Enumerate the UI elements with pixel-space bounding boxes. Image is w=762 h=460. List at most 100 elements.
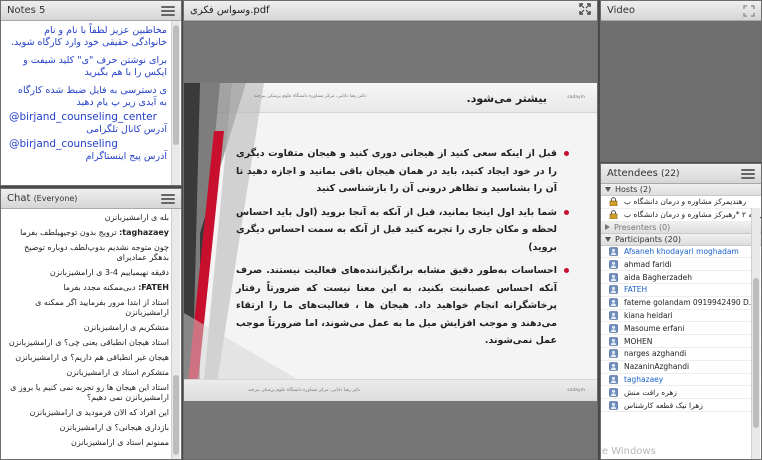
chat-text: هیجان غیر انطباقی هم داریم؟ ی ارامشیزبان… <box>15 353 169 362</box>
presenters-section-header[interactable]: Presenters (0) <box>601 221 761 234</box>
slide-bullet: شما باید اول اینجا بمانید، قبل از آنکه ب… <box>236 204 569 257</box>
chat-sender: FATEH: <box>138 283 169 292</box>
participant-row[interactable]: Masoume erfani <box>601 322 761 336</box>
slide-footer-caption: دکتر رهبا دانایی، مرکز مشاوره دانشگاه عل… <box>248 388 361 393</box>
participant-name: FATEH <box>624 285 648 295</box>
fullscreen-icon[interactable] <box>579 3 591 18</box>
participant-row[interactable]: زهره رافت منش <box>601 386 761 400</box>
notes-content[interactable]: مخاطبین عزیز لطفاً با نام و نام خانوادگی… <box>1 21 181 185</box>
notes-line: برای نوشتن حرف "ی" کلید شیفت و ایکس را ب… <box>23 55 167 78</box>
pod-menu-icon[interactable] <box>161 193 175 205</box>
chevron-right-icon <box>605 224 610 231</box>
participant-name: زهرا نیک قطعه کارشناس <box>624 400 703 410</box>
participant-avatar-icon <box>609 387 618 397</box>
participant-avatar-icon <box>609 247 618 256</box>
participant-row[interactable]: ahmad faridi <box>601 258 761 272</box>
notes-pod: Notes 5 مخاطبین عزیز لطفاً با نام و نام … <box>0 0 182 186</box>
scroll-thumb[interactable] <box>753 278 759 428</box>
chat-message: بله ی ارامشیزبانزن <box>5 211 169 226</box>
participant-row[interactable]: aida Bagherzadeh <box>601 271 761 284</box>
slide-footer-logo: sadaym <box>567 388 585 393</box>
participant-row[interactable]: fateme golandam 0919942490 D... <box>601 297 761 310</box>
participant-row[interactable]: FATEH <box>601 284 761 297</box>
participant-name: Masoume erfani <box>624 323 685 333</box>
notes-scrollbar[interactable] <box>171 21 180 185</box>
chat-message: متشکرم استاد ی ارامشیزبانزن <box>5 366 169 381</box>
scroll-thumb[interactable] <box>173 375 179 455</box>
chat-messages[interactable]: بله ی ارامشیزبانزن taghazaey: ترویج بدون … <box>1 209 181 459</box>
share-header: وسواس فکری.pdf <box>184 1 597 21</box>
participant-name: Afsaneh khodayari moghadam <box>624 246 739 256</box>
attendee-scrollbar[interactable] <box>751 208 760 459</box>
participant-row[interactable]: taghazaey <box>601 374 761 387</box>
participant-avatar-icon <box>609 349 618 359</box>
participants-list: Afsaneh khodayari moghadam ahmad faridi ai… <box>601 246 761 412</box>
participant-name: narges azghandi <box>624 349 687 359</box>
instagram-handle: @birjand_counseling <box>9 138 118 150</box>
slide-footer-band <box>184 379 597 401</box>
pod-menu-icon[interactable] <box>161 5 175 17</box>
participant-row[interactable]: زهرا نیک قطعه کارشناس <box>601 399 761 412</box>
attendee-list: Hosts (2) رهندیمرکز مشاوره و درمان دانشگ… <box>601 184 761 459</box>
participant-avatar-icon <box>609 298 618 307</box>
participant-name: زهره رافت منش <box>624 387 677 397</box>
host-name: رهنه ۲ *رهبرکز مشاوره و درمان دانشگاه ب <box>624 210 761 220</box>
chat-text: بازداری هیجانی؟ ی ارامشیزبانزن <box>59 423 169 432</box>
scroll-thumb[interactable] <box>173 25 179 145</box>
chat-text: چون متوجه نشدیم بدوپ‌لطف دوباره توضیح بد… <box>24 243 169 262</box>
telegram-handle: @birjand_counseling_center <box>9 111 157 123</box>
notes-header: Notes 5 <box>1 1 181 21</box>
participant-avatar-icon <box>609 336 618 346</box>
chat-text: ترویج بدون توجیهیلطف بفرما <box>20 228 117 237</box>
document-title: وسواس فکری.pdf <box>190 5 270 16</box>
chat-text: این افراد که الان فرمودید ی ارامشیزبانزن <box>29 408 169 417</box>
participant-row[interactable]: NazaninAzghandi <box>601 361 761 374</box>
slide-logo: sadaym <box>567 95 585 100</box>
participants-label: Participants (20) <box>615 234 681 244</box>
notes-title: Notes 5 <box>7 5 46 16</box>
chat-message: ممنونم استاد ی ارامشیزبانزن <box>5 436 169 451</box>
notes-line: مخاطبین عزیز لطفاً با نام و نام خانوادگی… <box>11 25 167 48</box>
pod-menu-icon[interactable] <box>741 168 755 180</box>
host-row[interactable]: رهنه ۲ *رهبرکز مشاوره و درمان دانشگاه ب <box>601 209 761 222</box>
fullscreen-icon[interactable] <box>743 4 755 17</box>
participant-name: fateme golandam 0919942490 D... <box>624 298 756 308</box>
chat-message: هیجان غیر انطباقی هم داریم؟ ی ارامشیزبان… <box>5 351 169 366</box>
participant-row[interactable]: Afsaneh khodayari moghadam <box>601 246 761 259</box>
chat-message: FATEH: دبی‌ممکنه مجدد بفرما <box>5 281 169 296</box>
slide: دکتر رهبا دانایی، مرکز مشاوره دانشگاه عل… <box>184 83 597 401</box>
participant-row[interactable]: narges azghandi <box>601 348 761 361</box>
chat-text: استاد هیجان انطباقی یعنی چی؟ ی ارامشیزبا… <box>8 338 169 347</box>
video-header: Video <box>601 1 761 21</box>
chat-title: Chat <box>7 193 31 204</box>
chat-scrollbar[interactable] <box>171 209 180 459</box>
attendees-title: Attendees <box>607 168 658 179</box>
participant-name: NazaninAzghandi <box>624 362 690 372</box>
chat-pod: Chat (Everyone) بله ی ارامشیزبانزن taghaz… <box>0 188 182 460</box>
participant-avatar-icon <box>609 311 618 320</box>
participant-row[interactable]: MOHEN <box>601 335 761 348</box>
slide-bullet: قبل از اینکه سعی کنید از هیجانی دوری کنی… <box>236 145 569 198</box>
host-row[interactable]: رهندیمرکز مشاوره و درمان دانشگاه ب <box>601 196 761 209</box>
chat-message: استاد این هیجان ها رو تجربه نمی کنیم یا … <box>5 381 169 406</box>
participants-section-header[interactable]: Participants (20) <box>601 233 761 246</box>
attendees-pod: Attendees (22) Hosts (2) رهندیمرکز مشاور… <box>600 163 762 460</box>
notes-line: ی دسترسی به فایل ضبط شده کارگاه به آیدی … <box>17 85 167 108</box>
host-lock-icon <box>609 210 618 220</box>
chat-text: ممنونم استاد ی ارامشیزبانزن <box>71 438 169 447</box>
video-pod: Video <box>600 0 762 162</box>
chat-text: استاد این هیجان ها رو تجربه نمی کنیم یا … <box>10 383 169 402</box>
chat-text: بله ی ارامشیزبانزن <box>104 213 169 222</box>
chat-message: استاد هیجان انطباقی یعنی چی؟ ی ارامشیزبا… <box>5 336 169 351</box>
slide-header-caption: دکتر رهبا دانایی، مرکز مشاوره دانشگاه عل… <box>254 94 367 99</box>
adobe-connect-window: Notes 5 مخاطبین عزیز لطفاً با نام و نام … <box>0 0 762 460</box>
chevron-down-icon <box>605 236 611 242</box>
chat-text: استاد از ابتدا مرور بفرمایید اگر ممکنه ی… <box>35 298 169 317</box>
presenters-label: Presenters (0) <box>614 222 671 232</box>
attendees-count: (22) <box>661 169 680 179</box>
participant-row[interactable]: kiana heidari <box>601 310 761 323</box>
hosts-section-header[interactable]: Hosts (2) <box>601 184 761 196</box>
chat-text: متشکرم استاد ی ارامشیزبانزن <box>66 368 169 377</box>
chat-message: این افراد که الان فرمودید ی ارامشیزبانزن <box>5 406 169 421</box>
slide-body: قبل از اینکه سعی کنید از هیجانی دوری کنی… <box>236 145 569 356</box>
